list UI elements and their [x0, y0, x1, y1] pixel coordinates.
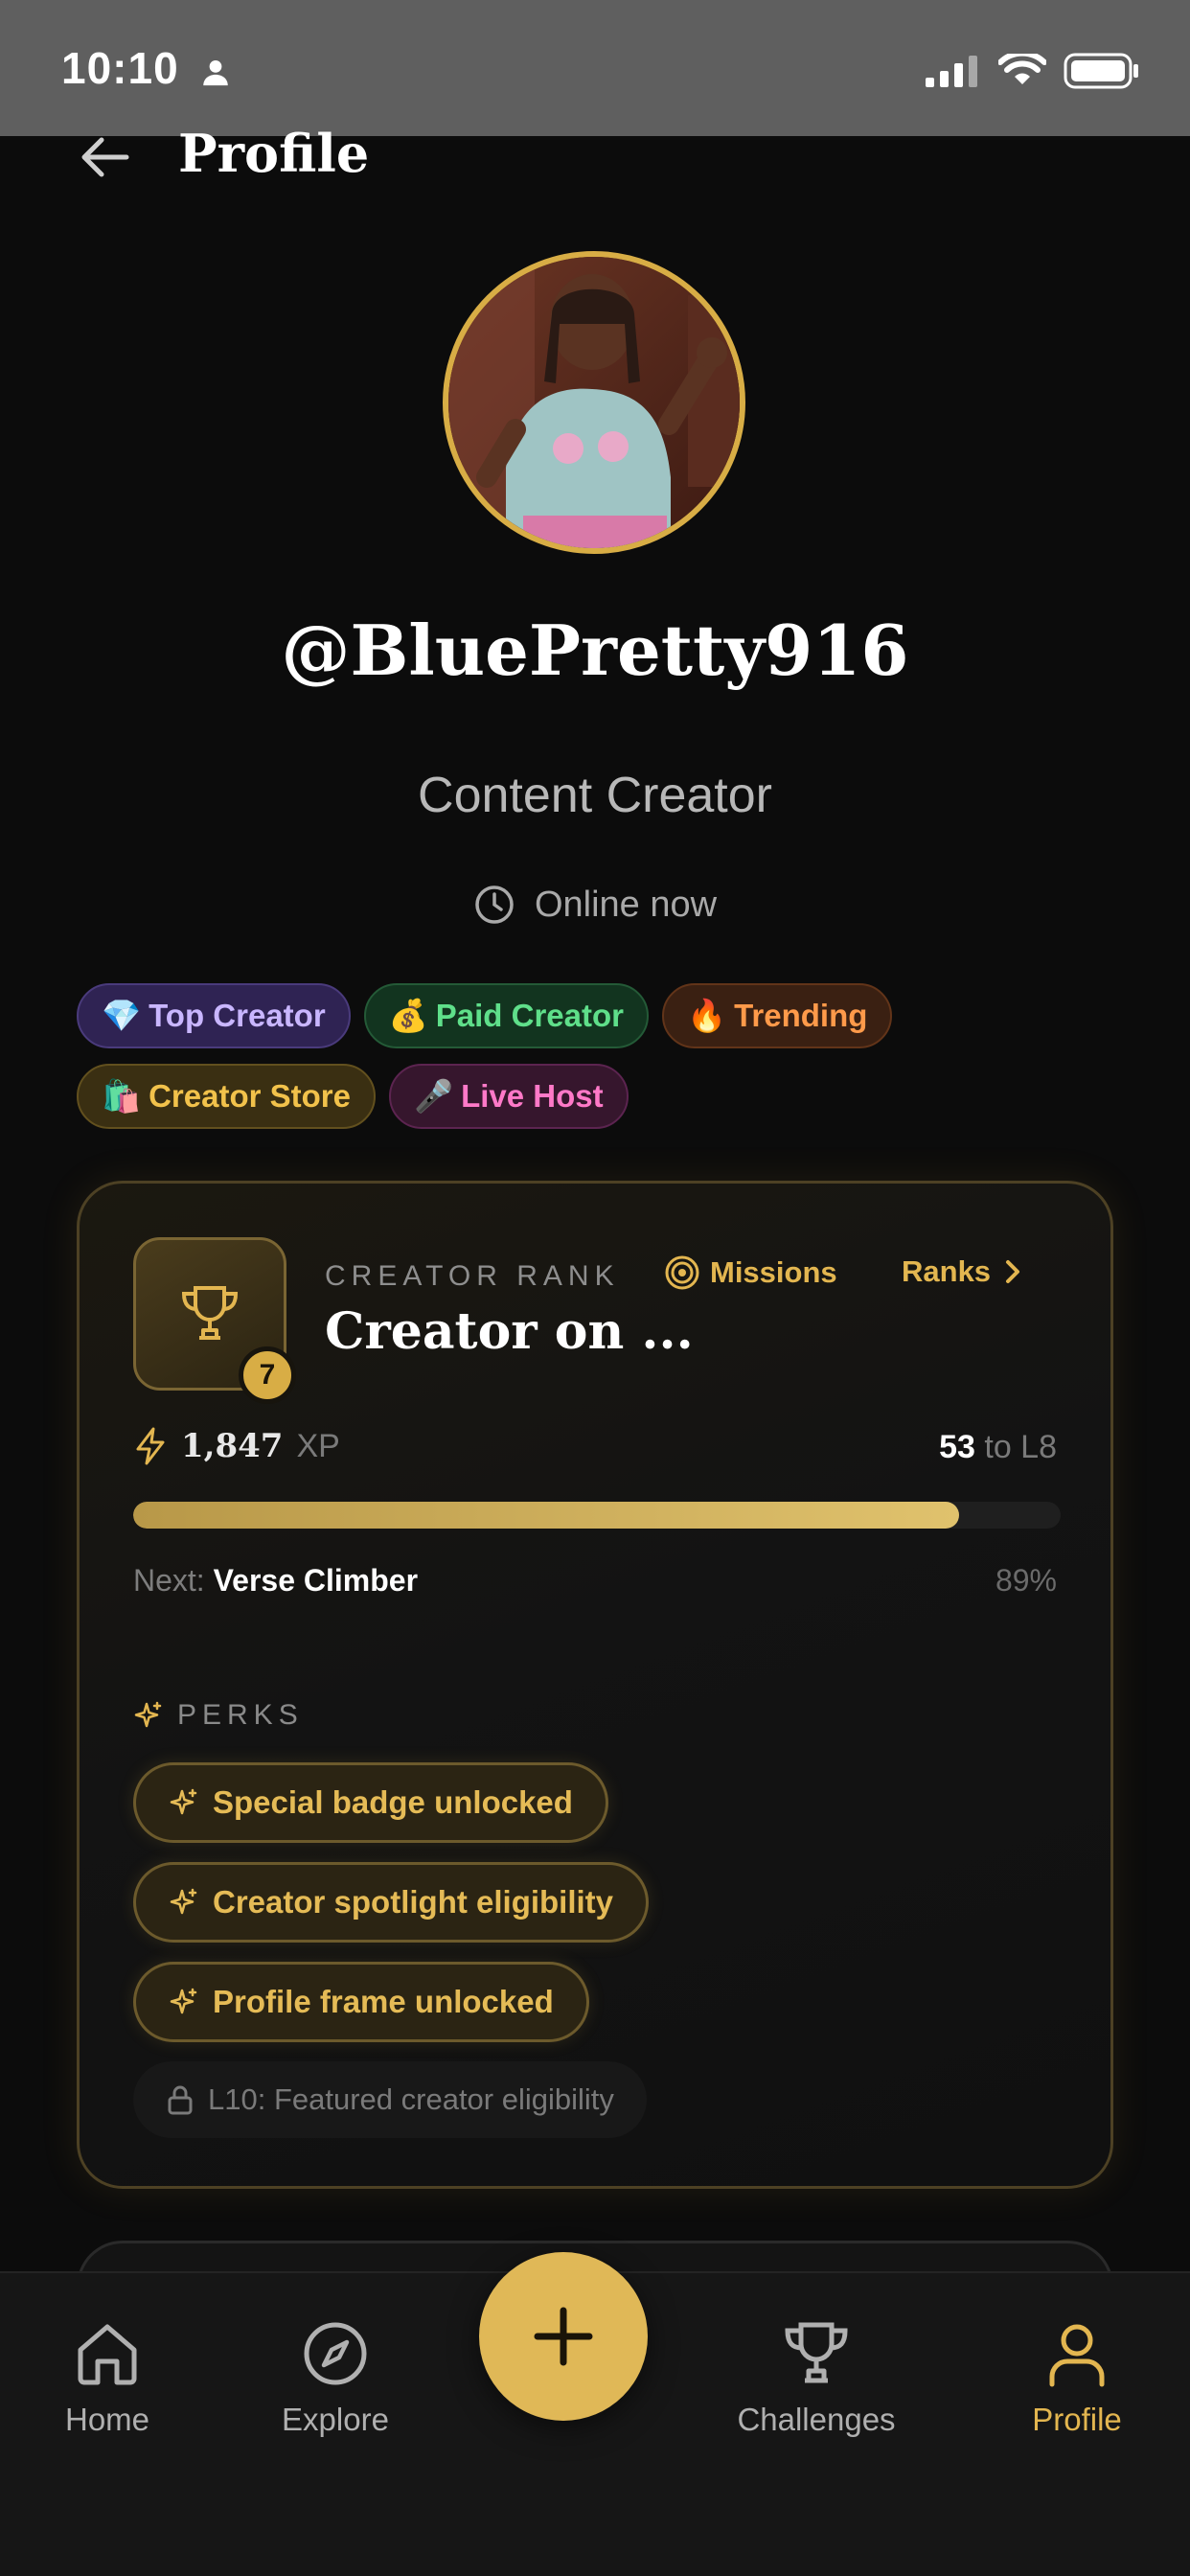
badge-paid-creator[interactable]: 💰 Paid Creator: [363, 983, 649, 1048]
sparkle-icon: [134, 1701, 162, 1728]
chevron-right-icon: [1006, 1260, 1020, 1283]
money-bag-icon: 💰: [388, 997, 428, 1033]
badge-top-creator[interactable]: 💎 Top Creator: [77, 983, 351, 1048]
lightning-icon: [136, 1427, 165, 1465]
badge-live-host[interactable]: 🎤 Live Host: [388, 1064, 629, 1129]
clock-icon: [475, 886, 514, 924]
creator-rank-card: 7 CREATOR RANK Creator on ... Missions R…: [77, 1181, 1113, 2189]
next-rank: Next: Verse Climber: [133, 1563, 419, 1598]
xp-unit: XP: [296, 1427, 340, 1464]
page-title: Profile: [178, 123, 370, 184]
xp-total: 1,847 XP: [133, 1427, 340, 1465]
lock-icon: [168, 2085, 193, 2115]
rank-name: Creator on ...: [325, 1302, 694, 1361]
home-icon: [78, 2324, 137, 2385]
missions-button[interactable]: Missions: [664, 1254, 837, 1291]
sparkle-icon: [170, 1888, 197, 1915]
role-label: Content Creator: [418, 768, 772, 823]
wifi-icon: [998, 54, 1046, 84]
nav-home[interactable]: Home: [11, 2317, 203, 2438]
avatar-photo: [448, 257, 740, 548]
xp-value: 1,847: [181, 1427, 284, 1465]
nav-challenges[interactable]: Challenges: [721, 2317, 912, 2438]
xp-to-next-level: 53 to L8: [939, 1429, 1057, 1465]
presence-status: Online now: [0, 884, 1190, 926]
user-icon: [1049, 2324, 1105, 2387]
avatar[interactable]: [443, 251, 745, 554]
trophy-icon: [181, 1286, 239, 1340]
locked-perk: L10: Featured creator eligibility: [133, 2061, 647, 2138]
level-badge: 7: [239, 1346, 296, 1404]
badge-list: 💎 Top Creator 💰 Paid Creator 🔥 Trending 🛍️ C…: [77, 983, 1131, 1129]
fire-icon: 🔥: [686, 997, 727, 1033]
gem-icon: 💎: [102, 997, 142, 1033]
person-icon: [203, 59, 228, 86]
perk-item[interactable]: Profile frame unlocked: [133, 1962, 589, 2042]
badge-trending[interactable]: 🔥 Trending: [661, 983, 893, 1048]
signal-icon: [926, 56, 977, 87]
username: @BluePretty916: [281, 610, 909, 691]
status-icons: [926, 50, 1140, 92]
shopping-bags-icon: 🛍️: [102, 1077, 142, 1114]
trophy-icon: [785, 2322, 848, 2383]
xp-progress-fill: [133, 1502, 959, 1529]
progress-percent: 89%: [995, 1563, 1057, 1598]
presence-text: Online now: [534, 884, 718, 925]
status-time: 10:10: [61, 43, 179, 93]
battery-icon: [1064, 53, 1138, 89]
xp-progress-bar: [133, 1502, 1061, 1529]
rank-label: CREATOR RANK: [325, 1260, 620, 1292]
perk-item[interactable]: Special badge unlocked: [133, 1762, 608, 1843]
perk-item[interactable]: Creator spotlight eligibility: [133, 1862, 650, 1943]
perks-heading: PERKS: [133, 1699, 304, 1732]
nav-profile[interactable]: Profile: [981, 2317, 1173, 2438]
plus-icon: [534, 2307, 593, 2366]
microphone-icon: 🎤: [413, 1077, 454, 1114]
ranks-button[interactable]: Ranks: [902, 1254, 1021, 1289]
target-icon: [665, 1255, 699, 1290]
compass-icon: [304, 2322, 367, 2385]
sparkle-icon: [170, 1988, 197, 2014]
status-bar: 10:10: [0, 0, 1190, 136]
create-button[interactable]: [479, 2252, 648, 2421]
sparkle-icon: [170, 1788, 197, 1815]
perks-list: Special badge unlocked Creator spotlight…: [133, 1762, 650, 2138]
back-arrow-icon[interactable]: [77, 132, 138, 182]
nav-explore[interactable]: Explore: [240, 2317, 431, 2438]
badge-creator-store[interactable]: 🛍️ Creator Store: [77, 1064, 376, 1129]
